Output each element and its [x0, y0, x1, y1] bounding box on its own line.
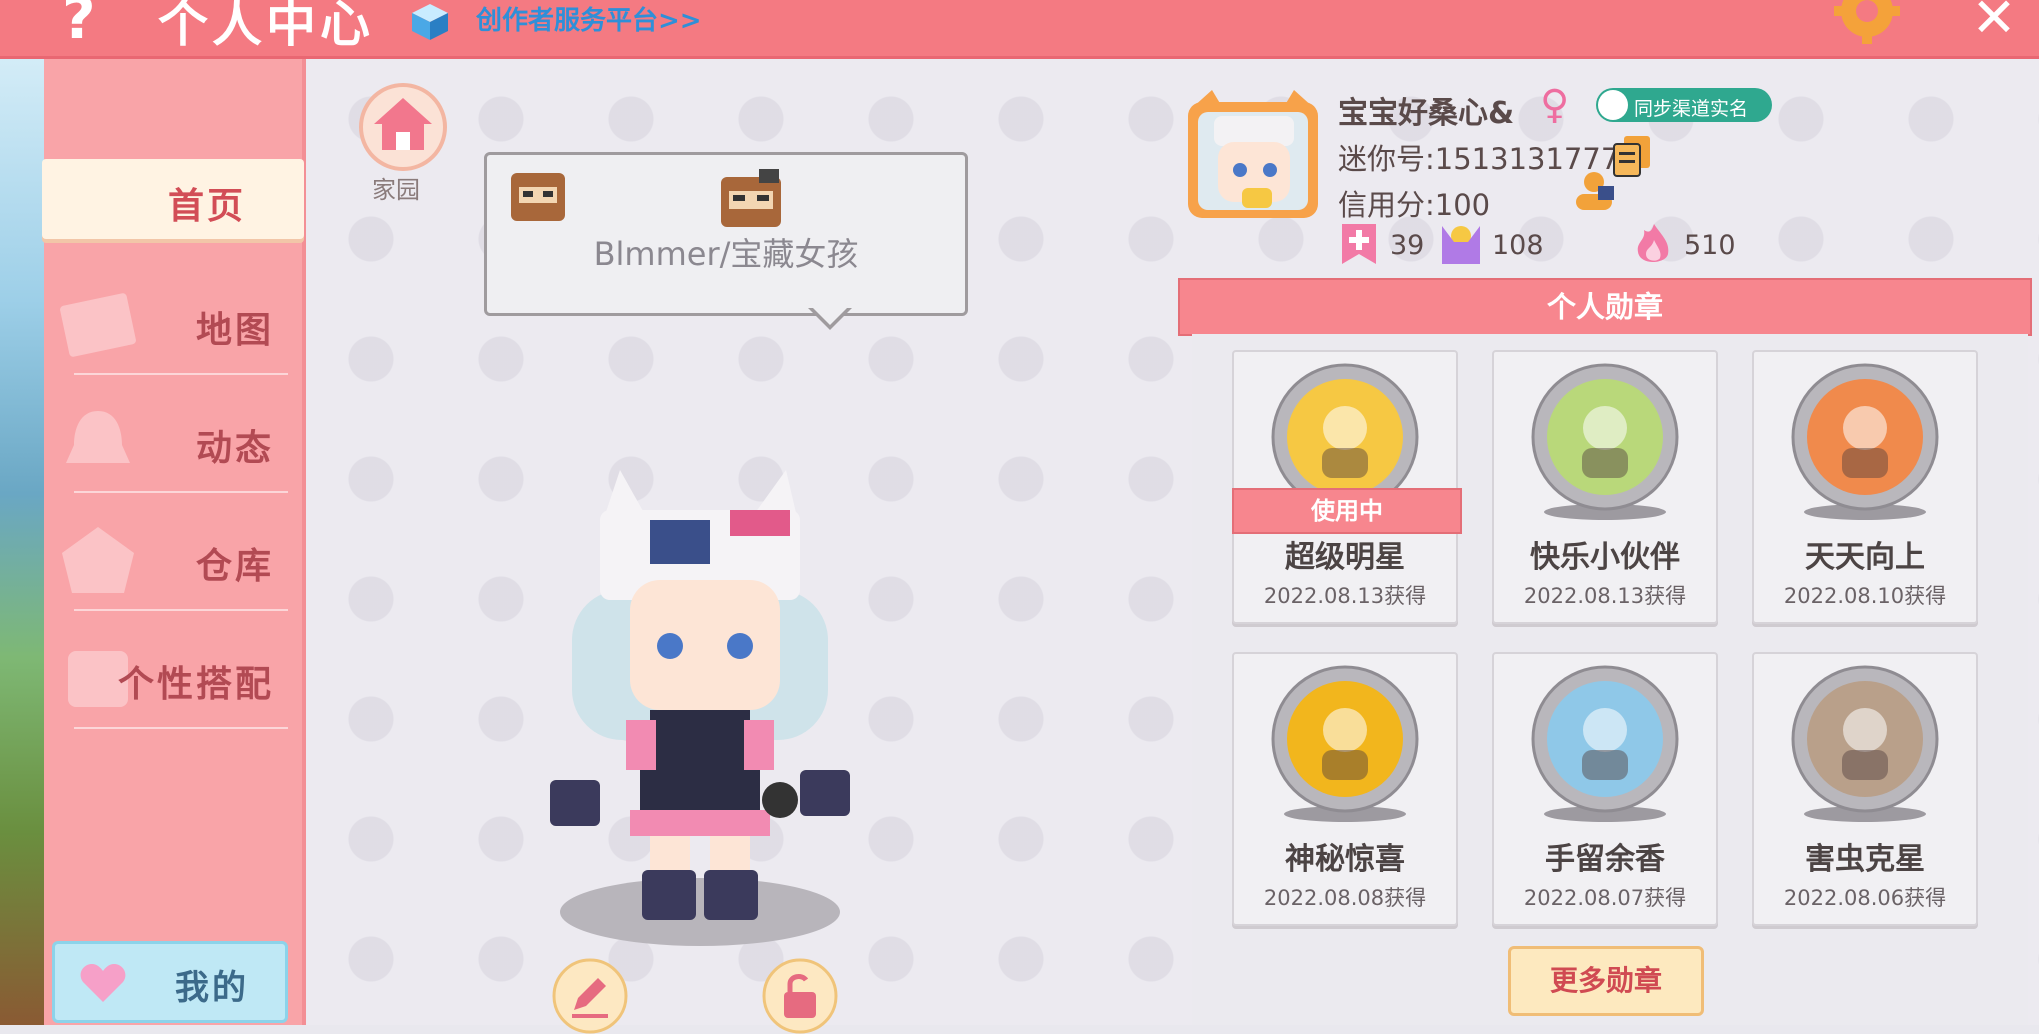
- stat-value: 39: [1390, 230, 1425, 261]
- medal-icon: [1791, 363, 1939, 511]
- page-title: 个人中心: [158, 0, 374, 53]
- medal-icon: [1531, 665, 1679, 813]
- medal-card[interactable]: 天天向上 2022.08.10获得: [1752, 350, 1978, 624]
- medal-date: 2022.08.13获得: [1523, 584, 1687, 608]
- plus-flag-icon: [1342, 224, 1376, 264]
- heart-icon: [80, 964, 126, 1002]
- medal-date: 2022.08.13获得: [1263, 584, 1427, 608]
- home-icon[interactable]: [358, 82, 448, 172]
- more-medals-button[interactable]: 更多勋章: [1508, 946, 1704, 1016]
- creator-platform-link[interactable]: 创作者服务平台>>: [476, 0, 702, 37]
- sidebar-item-home[interactable]: 首页: [42, 159, 304, 239]
- sidebar-item-label: 首页: [167, 186, 246, 227]
- divider: [74, 727, 288, 729]
- sync-realname-badge[interactable]: 同步渠道实名: [1596, 88, 1772, 122]
- player-character[interactable]: [530, 470, 870, 950]
- medal-name: 神秘惊喜: [1285, 842, 1405, 877]
- username: 宝宝好桑心&: [1338, 96, 1515, 131]
- medal-name: 害虫克星: [1805, 842, 1925, 877]
- bell-icon: [66, 411, 130, 463]
- sidebar-item-map[interactable]: 地图: [44, 269, 302, 379]
- cube-icon[interactable]: [408, 2, 452, 42]
- divider: [74, 491, 288, 493]
- divider: [74, 609, 288, 611]
- avatar[interactable]: [1184, 90, 1322, 222]
- gear-icon[interactable]: [1834, 0, 1900, 44]
- medal-name: 手留余香: [1545, 842, 1665, 877]
- medal-name: 快乐小伙伴: [1530, 540, 1680, 575]
- medal-card[interactable]: 害虫克星 2022.08.06获得: [1752, 652, 1978, 926]
- divider: [74, 373, 288, 375]
- angry-bear-face-icon: [721, 169, 781, 227]
- medal-section-title: 个人勋章: [1178, 278, 2032, 336]
- help-icon[interactable]: ?: [62, 0, 110, 50]
- female-icon: ♀: [1540, 82, 1570, 128]
- close-icon[interactable]: ✕: [1964, 0, 2024, 48]
- warehouse-icon: [62, 527, 134, 593]
- bubble-tail-inner: [811, 306, 849, 325]
- medal-card[interactable]: 手留余香 2022.08.07获得: [1492, 652, 1718, 926]
- medal-icon: [1531, 363, 1679, 511]
- copy-icon[interactable]: [1612, 134, 1652, 178]
- lock-icon[interactable]: [762, 958, 838, 1034]
- sidebar-item-label: 地图: [195, 310, 274, 351]
- sidebar-item-feed[interactable]: 动态: [44, 387, 302, 497]
- flame-icon: [1637, 224, 1669, 262]
- my-button[interactable]: 我的: [52, 941, 288, 1023]
- medal-date: 2022.08.07获得: [1523, 886, 1687, 910]
- in-use-badge: 使用中: [1232, 488, 1462, 534]
- medal-name: 天天向上: [1805, 540, 1925, 575]
- sidebar-item-label: 动态: [195, 428, 274, 469]
- sync-badge-label: 同步渠道实名: [1634, 98, 1749, 120]
- medal-name: 超级明星: [1285, 540, 1405, 575]
- stat-value: 510: [1684, 230, 1736, 261]
- bubble-text: Blmmer/宝藏女孩: [593, 235, 859, 273]
- top-bar: ? 个人中心 创作者服务平台>> ✕: [0, 0, 2039, 59]
- medal-card[interactable]: 神秘惊喜 2022.08.08获得: [1232, 652, 1458, 926]
- credit-score: 信用分:100: [1338, 188, 1491, 222]
- add-friend-icon[interactable]: [1572, 170, 1618, 212]
- sidebar-item-outfit[interactable]: 个性搭配: [44, 623, 302, 733]
- stat-value: 108: [1492, 230, 1544, 261]
- home-label: 家园: [372, 176, 420, 204]
- my-button-label: 我的: [175, 968, 249, 1008]
- bear-face-icon: [511, 173, 565, 221]
- medal-card[interactable]: 使用中超级明星 2022.08.13获得: [1232, 350, 1462, 624]
- sidebar-item-warehouse[interactable]: 仓库: [44, 505, 302, 615]
- map-icon: [60, 293, 136, 357]
- speech-bubble: Blmmer/宝藏女孩: [484, 152, 968, 316]
- sidebar-item-label: 个性搭配: [117, 664, 274, 705]
- medal-date: 2022.08.08获得: [1263, 886, 1427, 910]
- background-scenery: [0, 59, 44, 1025]
- medal-icon: [1791, 665, 1939, 813]
- medal-icon: [1271, 665, 1419, 813]
- sidebar-item-label: 仓库: [195, 546, 274, 587]
- edit-icon[interactable]: [552, 958, 628, 1034]
- person-icon: [1598, 90, 1628, 120]
- medal-card[interactable]: 快乐小伙伴 2022.08.13获得: [1492, 350, 1718, 624]
- sidebar: 首页 地图 动态 仓库 个性搭配 我的: [42, 59, 306, 1025]
- cheer-icon: [1442, 226, 1480, 264]
- medal-date: 2022.08.06获得: [1783, 886, 1947, 910]
- medal-date: 2022.08.10获得: [1783, 584, 1947, 608]
